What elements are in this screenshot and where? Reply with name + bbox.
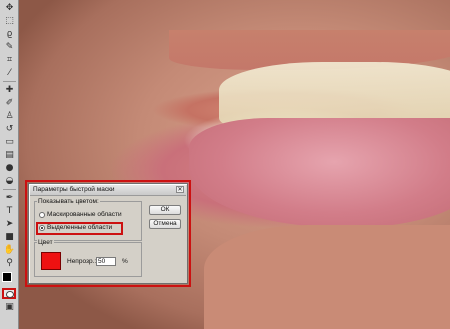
quick-selection-tool-icon[interactable]: ✎ [2, 41, 17, 54]
hand-tool-icon[interactable]: ✋ [2, 244, 17, 257]
dodge-tool-icon[interactable]: ◒ [2, 175, 17, 188]
marquee-tool-icon[interactable]: ⬚ [2, 15, 17, 28]
blur-tool-icon[interactable]: ● [2, 162, 17, 175]
toolbar-divider [3, 81, 16, 82]
opacity-unit: % [122, 258, 128, 265]
move-tool-icon[interactable]: ✥ [2, 2, 17, 15]
dialog-title-bar[interactable]: Параметры быстрой маски ✕ [30, 185, 186, 196]
opacity-input[interactable]: 50 [96, 257, 116, 266]
quick-mask-options-dialog: Параметры быстрой маски ✕ Показывать цве… [28, 183, 188, 284]
tools-panel: ✥ ⬚ ϱ ✎ ⌗ ⁄ ✚ ✐ ♙ ↺ ▭ ▤ ● ◒ ✒ T ➤ ■ ✋ ⚲ … [0, 0, 19, 329]
path-selection-tool-icon[interactable]: ➤ [2, 218, 17, 231]
show-color-group [34, 201, 142, 241]
pen-tool-icon[interactable]: ✒ [2, 192, 17, 205]
screen-mode-icon[interactable]: ▣ [2, 301, 17, 314]
quick-mask-icon [6, 291, 14, 298]
color-label: Цвет [37, 239, 54, 247]
ok-button[interactable]: ОК [149, 205, 181, 215]
mask-color-swatch[interactable] [41, 252, 61, 270]
chin-skin [204, 225, 450, 329]
eyedropper-tool-icon[interactable]: ⁄ [2, 67, 17, 80]
foreground-color-swatch[interactable] [2, 272, 12, 282]
history-brush-tool-icon[interactable]: ↺ [2, 123, 17, 136]
quick-mask-button[interactable] [2, 288, 16, 299]
masked-areas-label[interactable]: Маскированные области [47, 211, 122, 219]
cancel-button[interactable]: Отмена [149, 219, 181, 229]
zoom-tool-icon[interactable]: ⚲ [2, 257, 17, 270]
healing-brush-tool-icon[interactable]: ✚ [2, 84, 17, 97]
crop-tool-icon[interactable]: ⌗ [2, 54, 17, 67]
lasso-tool-icon[interactable]: ϱ [2, 28, 17, 41]
close-icon[interactable]: ✕ [176, 186, 184, 193]
lower-lip [189, 118, 450, 228]
selected-areas-highlight [36, 222, 123, 235]
dialog-title: Параметры быстрой маски [33, 186, 115, 193]
eraser-tool-icon[interactable]: ▭ [2, 136, 17, 149]
clone-stamp-tool-icon[interactable]: ♙ [2, 110, 17, 123]
shape-tool-icon[interactable]: ■ [2, 231, 17, 244]
show-color-label: Показывать цветом: [37, 198, 100, 206]
toolbar-divider [3, 189, 16, 190]
masked-areas-radio[interactable] [39, 212, 45, 218]
opacity-label: Непрозр.: [67, 258, 97, 265]
gradient-tool-icon[interactable]: ▤ [2, 149, 17, 162]
type-tool-icon[interactable]: T [2, 205, 17, 218]
brush-tool-icon[interactable]: ✐ [2, 97, 17, 110]
